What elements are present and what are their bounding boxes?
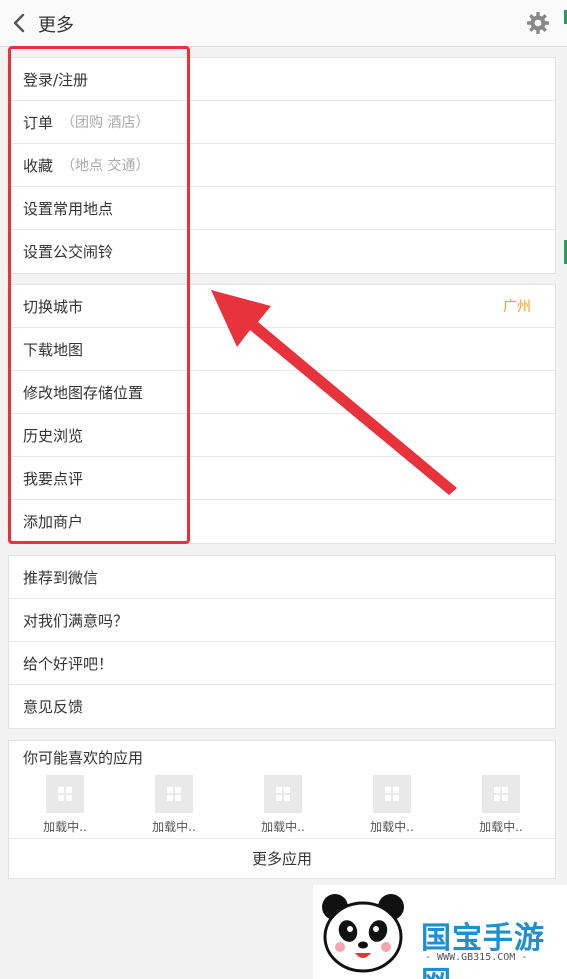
row-label: 意见反馈 xyxy=(23,698,84,716)
row-label: 下载地图 xyxy=(23,340,84,359)
row-label: 登录/注册 xyxy=(23,70,89,89)
grid-icon xyxy=(373,775,411,813)
page-title: 更多 xyxy=(38,15,74,36)
row-label: 收藏 xyxy=(23,156,54,175)
account-section: 登录/注册 订单 （团购 酒店） 收藏 （地点 交通） 设置常用地点 设置公交闹… xyxy=(8,57,556,274)
review-item[interactable]: 我要点评 xyxy=(9,457,555,500)
history-item[interactable]: 历史浏览 xyxy=(9,414,555,457)
row-label: 推荐到微信 xyxy=(23,568,99,587)
current-city-value: 广州 xyxy=(503,299,531,315)
row-label: 添加商户 xyxy=(23,513,84,531)
row-label: 设置常用地点 xyxy=(23,199,114,218)
app-label: 加载中.. xyxy=(479,820,523,834)
app-tile[interactable]: 加载中.. xyxy=(253,775,313,835)
row-label: 修改地图存储位置 xyxy=(23,383,144,402)
watermark-url: - WWW.GB315.COM - xyxy=(425,952,528,963)
satisfaction-item[interactable]: 对我们满意吗？ xyxy=(9,599,555,642)
gear-icon[interactable] xyxy=(526,11,550,35)
favorites-item[interactable]: 收藏 （地点 交通） xyxy=(9,144,555,187)
row-label: 对我们满意吗？ xyxy=(23,611,129,630)
more-apps-button[interactable]: 更多应用 xyxy=(9,838,555,878)
grid-icon xyxy=(155,775,193,813)
feedback-item[interactable]: 意见反馈 xyxy=(9,685,555,728)
panda-logo-icon xyxy=(322,894,404,973)
apps-grid: 加载中.. 加载中.. 加载中.. 加载中.. 加载中.. xyxy=(9,773,555,838)
grid-icon xyxy=(482,775,520,813)
app-label: 加载中.. xyxy=(261,820,305,834)
chevron-left-icon[interactable] xyxy=(10,12,30,34)
map-section: 切换城市 广州 下载地图 修改地图存储位置 历史浏览 我要点评 添加商户 xyxy=(8,284,556,544)
row-sublabel: （团购 酒店） xyxy=(61,115,150,131)
share-wechat-item[interactable]: 推荐到微信 xyxy=(9,556,555,599)
row-label: 我要点评 xyxy=(23,469,84,488)
download-map-item[interactable]: 下载地图 xyxy=(9,328,555,371)
apps-section-title: 你可能喜欢的应用 xyxy=(23,748,144,767)
watermark-brand: 国宝手游网 xyxy=(421,921,545,979)
login-register-item[interactable]: 登录/注册 xyxy=(9,58,555,101)
row-label: 切换城市 xyxy=(23,297,84,316)
app-tile[interactable]: 加载中.. xyxy=(35,775,95,835)
bus-alarm-item[interactable]: 设置公交闹铃 xyxy=(9,230,555,273)
row-label: 历史浏览 xyxy=(23,426,84,445)
app-tile[interactable]: 加载中.. xyxy=(144,775,204,835)
row-label: 设置公交闹铃 xyxy=(23,243,114,261)
orders-item[interactable]: 订单 （团购 酒店） xyxy=(9,101,555,144)
row-label: 订单 xyxy=(23,113,54,132)
add-merchant-item[interactable]: 添加商户 xyxy=(9,500,555,543)
app-tile[interactable]: 加载中.. xyxy=(471,775,531,835)
apps-section: 你可能喜欢的应用 加载中.. 加载中.. 加载中.. 加载中.. 加载中.. 更… xyxy=(8,740,556,879)
switch-city-item[interactable]: 切换城市 广州 xyxy=(9,285,555,328)
header-bar: 更多 xyxy=(0,0,567,47)
app-label: 加载中.. xyxy=(43,820,87,834)
app-label: 加载中.. xyxy=(370,820,414,834)
app-label: 加载中.. xyxy=(152,820,196,834)
common-places-item[interactable]: 设置常用地点 xyxy=(9,187,555,230)
grid-icon xyxy=(46,775,84,813)
grid-icon xyxy=(264,775,302,813)
row-sublabel: （地点 交通） xyxy=(61,158,150,174)
map-storage-item[interactable]: 修改地图存储位置 xyxy=(9,371,555,414)
watermark: 国宝手游网 - WWW.GB315.COM - xyxy=(313,885,567,979)
app-tile[interactable]: 加载中.. xyxy=(362,775,422,835)
rate-app-item[interactable]: 给个好评吧！ xyxy=(9,642,555,685)
feedback-section: 推荐到微信 对我们满意吗？ 给个好评吧！ 意见反馈 xyxy=(8,555,556,729)
row-label: 给个好评吧！ xyxy=(23,654,114,673)
